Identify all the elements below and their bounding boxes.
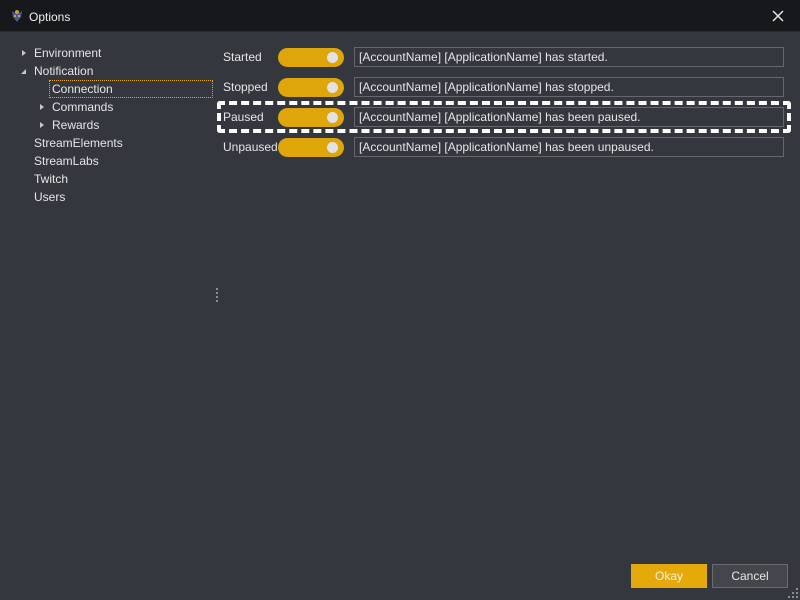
resize-grip-icon[interactable]	[788, 588, 798, 598]
collapse-arrow-icon[interactable]	[20, 67, 28, 75]
setting-label: Started	[223, 50, 262, 64]
setting-label: Unpaused	[223, 140, 278, 154]
tree-item-users[interactable]: Users	[34, 188, 210, 206]
paused-toggle[interactable]	[278, 108, 344, 127]
expand-arrow-icon[interactable]	[38, 103, 46, 111]
setting-label: Stopped	[223, 80, 268, 94]
started-message-input[interactable]	[354, 47, 784, 67]
tree-item-rewards[interactable]: Rewards	[38, 116, 210, 134]
tree-item-label: Notification	[34, 64, 94, 78]
tree-item-label: Rewards	[52, 118, 100, 132]
cancel-button[interactable]: Cancel	[712, 564, 788, 588]
tree-item-label: Environment	[34, 46, 102, 60]
tree-item-label: Twitch	[34, 172, 69, 186]
tree-item-streamelements[interactable]: StreamElements	[34, 134, 210, 152]
expand-arrow-icon[interactable]	[20, 49, 28, 57]
stopped-toggle[interactable]	[278, 78, 344, 97]
tree-item-label: StreamLabs	[34, 154, 99, 168]
toggle-knob	[327, 142, 338, 153]
unpaused-message-input[interactable]	[354, 137, 784, 157]
tree-item-label: StreamElements	[34, 136, 123, 150]
expand-arrow-icon[interactable]	[38, 121, 46, 129]
tree-item-streamlabs[interactable]: StreamLabs	[34, 152, 210, 170]
close-icon[interactable]	[770, 8, 786, 24]
toggle-knob	[327, 112, 338, 123]
tree-item-label: Connection	[52, 82, 113, 96]
tree-item-connection[interactable]: Connection	[49, 80, 213, 98]
app-logo-icon	[12, 10, 22, 22]
tree-item-label: Commands	[52, 100, 114, 114]
started-toggle[interactable]	[278, 48, 344, 67]
toggle-knob	[327, 52, 338, 63]
panel-splitter-handle[interactable]	[215, 288, 219, 304]
tree-item-notification[interactable]: Notification	[20, 62, 210, 80]
tree-item-twitch[interactable]: Twitch	[34, 170, 210, 188]
tree-item-label: Users	[34, 190, 66, 204]
toggle-knob	[327, 82, 338, 93]
paused-message-input[interactable]	[354, 107, 784, 127]
okay-button[interactable]: Okay	[631, 564, 707, 588]
unpaused-toggle[interactable]	[278, 138, 344, 157]
stopped-message-input[interactable]	[354, 77, 784, 97]
title-bar: Options	[0, 0, 800, 32]
tree-item-commands[interactable]: Commands	[38, 98, 210, 116]
setting-label: Paused	[223, 110, 264, 124]
window-title: Options	[29, 10, 71, 24]
tree-item-environment[interactable]: Environment	[20, 44, 210, 62]
